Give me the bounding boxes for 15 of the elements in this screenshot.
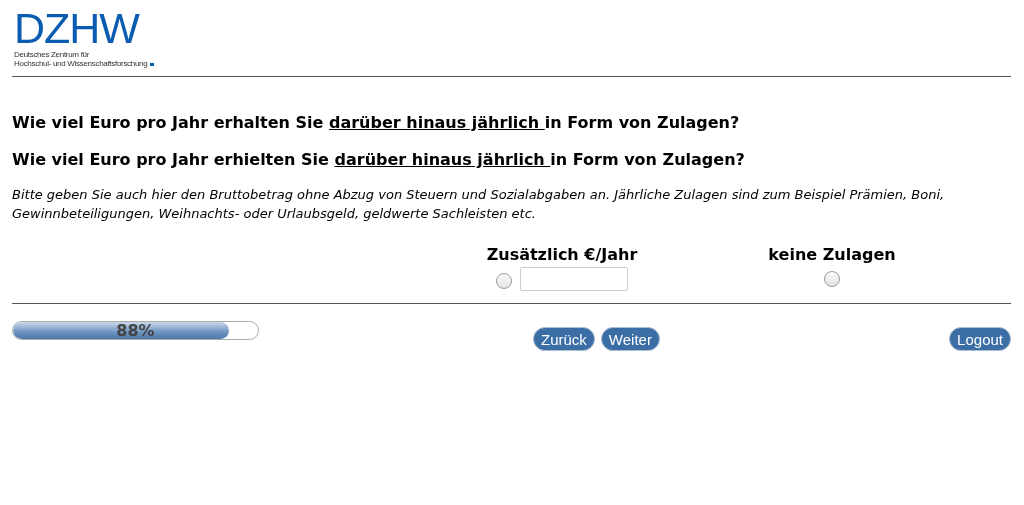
logo-mark: DZHW: [14, 10, 141, 46]
next-button[interactable]: Weiter: [600, 327, 660, 351]
question-text: Wie viel Euro pro Jahr erhalten Sie darüber hinaus jährlich in Form von Zulagen?: [12, 113, 741, 132]
logo-line: Deutsches Zentrum für: [14, 50, 91, 59]
question-text: Wie viel Euro pro Jahr erhielten Sie darüber hinaus jährlich in Form von Zulagen?: [12, 150, 746, 169]
option-label: keine Zulagen: [768, 245, 896, 264]
instruction-text: Bitte geben Sie auch hier den Bruttobetrag ohne Abzug von Steuern und Sozialabgaben an. Jährliche Zulagen sind zum Beispiel Prämien, Boni, Gewinnbeteiligungen, Weihnachts- oder Urlaubsgeld, geldwerte Sachleisten etc.: [12, 186, 946, 223]
back-button[interactable]: Zurück: [533, 327, 595, 351]
radio-button[interactable]: [824, 271, 840, 287]
option-label: Zusätzlich €/Jahr: [486, 245, 638, 264]
radio-button[interactable]: [496, 273, 512, 289]
amount-field[interactable]: [520, 267, 628, 291]
logout-button[interactable]: Logout: [949, 327, 1011, 351]
progress-reading: 88%: [115, 322, 156, 339]
logo-line: Hochschul- und Wissenschaftsforschung: [14, 59, 1011, 68]
